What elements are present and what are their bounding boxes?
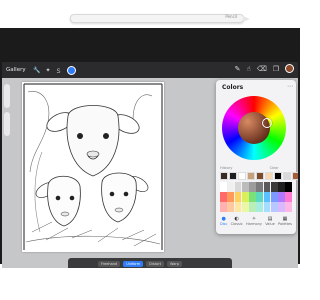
transform-mode-tabs: Freehand Uniform Distort Warp [98, 261, 183, 267]
history-swatch[interactable] [283, 172, 291, 180]
history-swatch[interactable] [247, 172, 255, 180]
palette-swatch[interactable] [234, 192, 242, 202]
palette-swatch[interactable] [234, 202, 242, 212]
apple-pencil: Pencil [70, 14, 250, 23]
tab-classic[interactable]: ◐ Classic [231, 216, 243, 226]
history-swatch[interactable] [292, 172, 298, 180]
history-label: History Clear [220, 166, 279, 170]
history-swatch[interactable] [265, 172, 273, 180]
layers-icon[interactable]: ❐ [273, 65, 279, 73]
sidebar [4, 84, 12, 140]
saturation-brightness-disc[interactable] [238, 112, 270, 144]
palette-swatch[interactable] [256, 202, 263, 212]
palette-swatch[interactable] [227, 192, 234, 202]
palette-swatch[interactable] [220, 202, 227, 212]
clear-button[interactable]: Clear [270, 166, 279, 170]
palette-swatch[interactable] [220, 182, 227, 192]
palette-swatch[interactable] [220, 192, 227, 202]
brush-size-slider[interactable] [4, 84, 10, 108]
palette-swatch[interactable] [278, 192, 285, 202]
page-background [0, 268, 300, 300]
magic-wand-icon[interactable]: ✦ [45, 67, 50, 74]
wrench-icon[interactable]: 🔧 [33, 67, 40, 74]
lamb-sketch-illustration [22, 82, 164, 252]
palette-swatch[interactable] [249, 182, 256, 192]
color-mode-tabs: ● Disc ◐ Classic ✧ Harmony ▤ Value ▦ Palettes [220, 216, 292, 226]
toolbar-right: ✎ ☝ ⌫ ❐ [235, 64, 294, 73]
tab-label: Disc [220, 222, 228, 226]
palette-grid [220, 182, 292, 212]
procreate-screen: Gallery 🔧 ✦ Ｓ ✎ ☝ ⌫ ❐ Colors ⋯ History C… [2, 62, 298, 290]
palette-swatch[interactable] [256, 182, 263, 192]
eraser-icon[interactable]: ⌫ [257, 65, 267, 73]
drawing-canvas[interactable] [22, 82, 164, 252]
palette-swatch[interactable] [270, 202, 278, 212]
palette-swatch[interactable] [285, 202, 292, 212]
history-swatch[interactable] [229, 172, 237, 180]
mode-uniform[interactable]: Uniform [123, 261, 144, 267]
tab-label: Value [265, 222, 275, 226]
history-swatch[interactable] [220, 172, 228, 180]
brush-icon[interactable]: ✎ [235, 65, 241, 73]
palette-swatch[interactable] [249, 192, 256, 202]
palette-swatch[interactable] [278, 182, 285, 192]
palette-swatch[interactable] [263, 192, 271, 202]
tab-disc[interactable]: ● Disc [220, 216, 227, 226]
palette-swatch[interactable] [227, 202, 234, 212]
palette-swatch[interactable] [285, 192, 292, 202]
color-picker-dot[interactable] [285, 64, 294, 73]
palette-swatch[interactable] [263, 202, 271, 212]
palette-swatch[interactable] [285, 182, 292, 192]
tab-harmony[interactable]: ✧ Harmony [246, 216, 262, 226]
palette-swatch[interactable] [234, 182, 242, 192]
more-icon[interactable]: ⋯ [287, 83, 293, 90]
opacity-slider[interactable] [4, 112, 10, 136]
pencil-label: Pencil [225, 14, 237, 19]
history-swatch[interactable] [238, 172, 246, 180]
tab-palettes[interactable]: ▦ Palettes [278, 216, 292, 226]
transform-arrow-icon[interactable] [66, 65, 76, 75]
palette-swatch[interactable] [241, 202, 249, 212]
colors-title: Colors [222, 84, 244, 91]
palette-swatch[interactable] [256, 192, 263, 202]
palette-swatch[interactable] [241, 192, 249, 202]
history-swatch[interactable] [256, 172, 264, 180]
history-swatches [220, 172, 298, 180]
tab-value[interactable]: ▤ Value [265, 216, 275, 226]
palette-swatch[interactable] [249, 202, 256, 212]
mode-warp[interactable]: Warp [166, 261, 183, 267]
palette-swatch[interactable] [227, 182, 234, 192]
tab-label: Harmony [245, 222, 262, 226]
palette-swatch[interactable] [270, 192, 278, 202]
gallery-button[interactable]: Gallery [6, 67, 28, 73]
mode-distort[interactable]: Distort [146, 261, 164, 267]
mode-freehand[interactable]: Freehand [98, 261, 121, 267]
tab-label: Palettes [278, 222, 292, 226]
palette-swatch[interactable] [278, 202, 285, 212]
selection-icon[interactable]: Ｓ [56, 66, 62, 75]
palette-swatch[interactable] [241, 182, 249, 192]
ipad-bezel: Gallery 🔧 ✦ Ｓ ✎ ☝ ⌫ ❐ Colors ⋯ History C… [0, 28, 300, 290]
color-knob[interactable] [262, 118, 272, 128]
palette-swatch[interactable] [270, 182, 278, 192]
color-disc[interactable] [222, 96, 286, 160]
palette-swatch[interactable] [263, 182, 271, 192]
top-toolbar: Gallery 🔧 ✦ Ｓ ✎ ☝ ⌫ ❐ [2, 62, 298, 78]
tab-label: Classic [230, 222, 243, 226]
history-swatch[interactable] [274, 172, 282, 180]
colors-panel: Colors ⋯ History Clear ● Disc ◐ Classic ✧ Har… [216, 80, 298, 234]
smudge-icon[interactable]: ☝ [247, 65, 251, 73]
